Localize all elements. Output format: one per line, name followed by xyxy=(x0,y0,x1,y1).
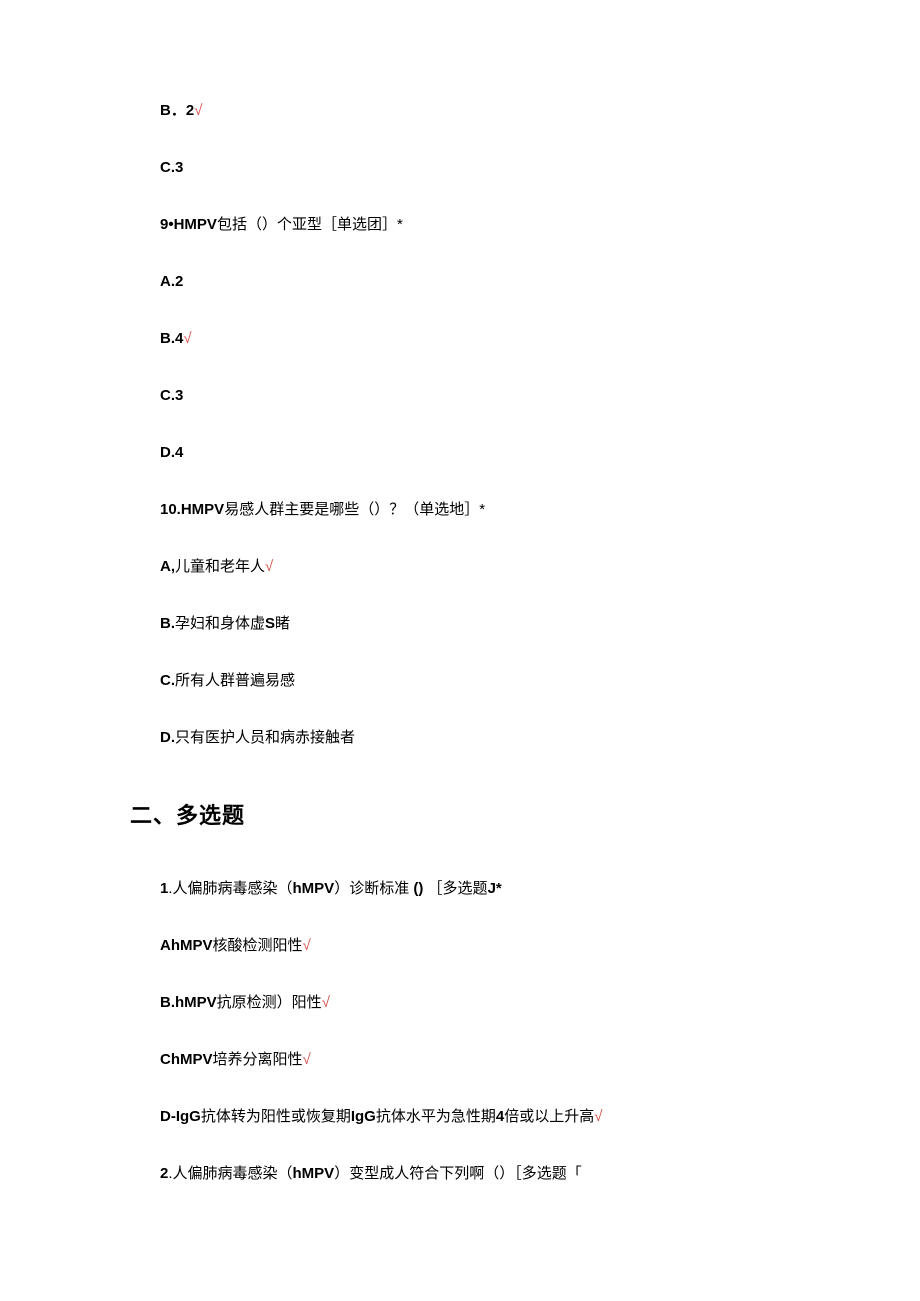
mc-question-2: 2.人偏肺病毒感染（hMPV）变型成人符合下列啊（）［多选题「 xyxy=(160,1163,780,1184)
question-body: 包括（）个亚型［单选团］* xyxy=(217,216,403,233)
option-body: 只有医护人员和病赤接触者 xyxy=(175,729,355,746)
option-prefix: ChMPV xyxy=(160,1051,213,1068)
option-b-4: B.4√ xyxy=(160,328,780,349)
option-prefix: B． xyxy=(160,102,186,119)
option-a-2: A.2 xyxy=(160,271,780,292)
option-body: 所有人群普遍易感 xyxy=(175,672,295,689)
option-prefix: D. xyxy=(160,729,175,746)
option-prefix: C.3 xyxy=(160,159,183,176)
option-prefix: A, xyxy=(160,558,175,575)
option-prefix: B.4 xyxy=(160,330,183,347)
question-body2: ）变型成人符合下列啊（）［多选题「 xyxy=(334,1165,582,1182)
mc-option-b-antigen: B.hMPV抗原检测）阳性√ xyxy=(160,992,780,1013)
option-body: 抗体转为阳性或恢复期 xyxy=(201,1108,351,1125)
question-tail: ［多选题 xyxy=(428,880,488,897)
option-body2: 抗体水平为急性期 xyxy=(376,1108,496,1125)
question-prefix: 10.HMPV xyxy=(160,501,224,518)
mc-option-d-igg: D-IgG抗体转为阳性或恢复期IgG抗体水平为急性期4倍或以上升高√ xyxy=(160,1106,780,1127)
option-body: 培养分离阳性 xyxy=(213,1051,303,1068)
option-prefix: D-IgG xyxy=(160,1108,201,1125)
question-body2: ）诊断标准 xyxy=(334,880,409,897)
correct-mark: √ xyxy=(594,1108,602,1125)
option-c-3b: C.3 xyxy=(160,385,780,406)
question-10: 10.HMPV易感人群主要是哪些（）？（单选地］* xyxy=(160,499,780,520)
option-num: 4 xyxy=(496,1108,504,1125)
correct-mark: √ xyxy=(303,1051,311,1068)
mc-option-a-nat: AhMPV核酸检测阳性√ xyxy=(160,935,780,956)
option-body: 抗原检测）阳性 xyxy=(217,994,322,1011)
section-heading-multi: 二、多选题 xyxy=(130,798,780,830)
option-prefix: C. xyxy=(160,672,175,689)
option-prefix: B. xyxy=(160,615,175,632)
option-prefix: A.2 xyxy=(160,273,183,290)
option-a-children: A,儿童和老年人√ xyxy=(160,556,780,577)
option-d-4: D.4 xyxy=(160,442,780,463)
question-mid: hMPV xyxy=(293,1165,335,1182)
question-body: .人偏肺病毒感染（ xyxy=(168,1165,292,1182)
option-b-pregnant: B.孕妇和身体虚S睹 xyxy=(160,613,780,634)
correct-mark: √ xyxy=(322,994,330,1011)
option-c-3: C.3 xyxy=(160,157,780,178)
option-body: 儿童和老年人 xyxy=(175,558,265,575)
question-jstar: J* xyxy=(488,880,502,897)
option-d-medical: D.只有医护人员和病赤接触者 xyxy=(160,727,780,748)
option-prefix: B.hMPV xyxy=(160,994,217,1011)
option-prefix: D.4 xyxy=(160,444,183,461)
correct-mark: √ xyxy=(303,937,311,954)
option-c-all: C.所有人群普遍易感 xyxy=(160,670,780,691)
mc-question-1: 1.人偏肺病毒感染（hMPV）诊断标准 () ［多选题J* xyxy=(160,878,780,899)
option-mid: IgG xyxy=(351,1108,376,1125)
question-body: 易感人群主要是哪些（）？（单选地］* xyxy=(224,501,485,518)
option-tail: 倍或以上升高 xyxy=(504,1108,594,1125)
option-prefix: AhMPV xyxy=(160,937,213,954)
question-paren: () xyxy=(413,880,423,897)
option-b-2: B．2√ xyxy=(160,100,780,121)
option-prefix: C.3 xyxy=(160,387,183,404)
question-mid: hMPV xyxy=(293,880,335,897)
option-body: 核酸检测阳性 xyxy=(213,937,303,954)
option-body-tail: 睹 xyxy=(275,615,290,632)
question-prefix: 9•HMPV xyxy=(160,216,217,233)
mc-option-c-culture: ChMPV培养分离阳性√ xyxy=(160,1049,780,1070)
correct-mark: √ xyxy=(194,102,202,119)
question-body: .人偏肺病毒感染（ xyxy=(168,880,292,897)
option-body: 2 xyxy=(186,102,194,119)
correct-mark: √ xyxy=(265,558,273,575)
option-body: 孕妇和身体虚 xyxy=(175,615,265,632)
question-9: 9•HMPV包括（）个亚型［单选团］* xyxy=(160,214,780,235)
option-suffix: S xyxy=(265,615,275,632)
correct-mark: √ xyxy=(183,330,191,347)
